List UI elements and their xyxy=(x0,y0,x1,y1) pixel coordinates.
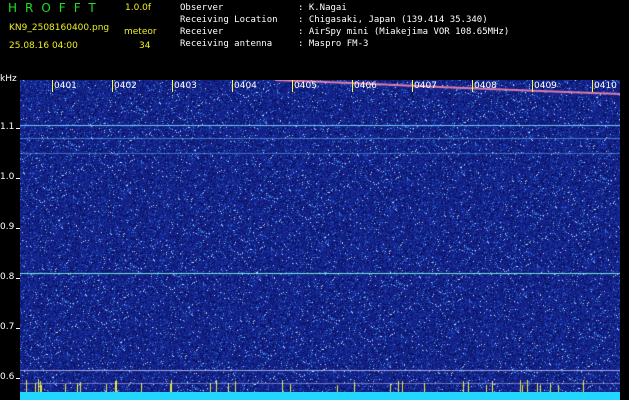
time-tick-label: 0401 xyxy=(54,81,77,91)
time-tick-label: 0409 xyxy=(534,81,557,91)
time-tick-mark xyxy=(112,80,113,92)
time-tick-label: 0405 xyxy=(294,81,317,91)
time-tick-mark xyxy=(172,80,173,92)
meteor-label: meteor xyxy=(124,27,157,37)
y-tick xyxy=(16,328,20,329)
observation-info: Observer: K.Nagai Receiving Location: Ch… xyxy=(180,2,509,50)
y-tick xyxy=(16,178,20,179)
time-tick-label: 0404 xyxy=(234,81,257,91)
time-tick-mark xyxy=(52,80,53,92)
time-tick-mark xyxy=(412,80,413,92)
header: HROFFT 1.0.0f KN9_2508160400.png meteor … xyxy=(0,0,629,76)
y-tick-label: 1.0 xyxy=(0,172,15,182)
meteor-count: 34 xyxy=(139,41,151,51)
info-row-location: Receiving Location: Chigasaki, Japan (13… xyxy=(180,15,488,25)
y-tick xyxy=(16,278,20,279)
time-tick-mark xyxy=(292,80,293,92)
y-tick-label: 0.8 xyxy=(0,272,15,282)
time-tick-mark xyxy=(472,80,473,92)
time-tick-label: 0408 xyxy=(474,81,497,91)
y-tick-label: 0.9 xyxy=(0,222,15,232)
time-tick-label: 0406 xyxy=(354,81,377,91)
app-version: 1.0.0f xyxy=(125,3,152,13)
time-tick-label: 0402 xyxy=(114,81,137,91)
time-tick-label: 0410 xyxy=(594,81,617,91)
info-row-antenna: Receiving antenna: Maspro FM-3 xyxy=(180,39,369,49)
date-time: 25.08.16 04:00 xyxy=(9,41,78,51)
y-tick-label: 0.7 xyxy=(0,322,15,332)
y-tick-label: 1.1 xyxy=(0,122,15,132)
spectrogram[interactable] xyxy=(20,80,620,400)
time-tick-mark xyxy=(232,80,233,92)
y-axis-unit: kHz xyxy=(0,74,17,84)
info-row-receiver: Receiver: AirSpy mini (Miakejima VOR 108… xyxy=(180,27,510,37)
bottom-band xyxy=(20,392,620,400)
spectrogram-canvas xyxy=(20,80,620,400)
time-tick-mark xyxy=(352,80,353,92)
info-row-observer: Observer: K.Nagai xyxy=(180,3,347,13)
y-tick-label: 0.6 xyxy=(0,372,15,382)
y-tick xyxy=(16,378,20,379)
time-tick-mark xyxy=(592,80,593,92)
time-tick-label: 0407 xyxy=(414,81,437,91)
y-tick xyxy=(16,228,20,229)
time-tick-label: 0403 xyxy=(174,81,197,91)
app-brand: HROFFT xyxy=(8,1,104,15)
time-tick-mark xyxy=(532,80,533,92)
y-tick xyxy=(16,128,20,129)
file-name: KN9_2508160400.png xyxy=(9,23,110,33)
